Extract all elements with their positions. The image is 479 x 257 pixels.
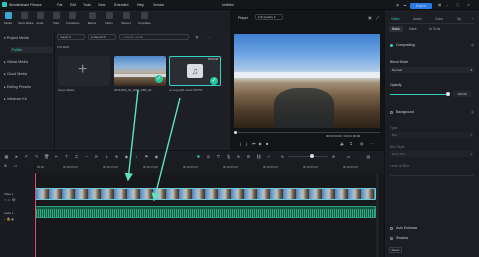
arrow-video-to-track	[124, 89, 139, 182]
arrow-audio-to-track	[151, 97, 181, 202]
tutorial-arrows-overlay	[124, 89, 181, 202]
